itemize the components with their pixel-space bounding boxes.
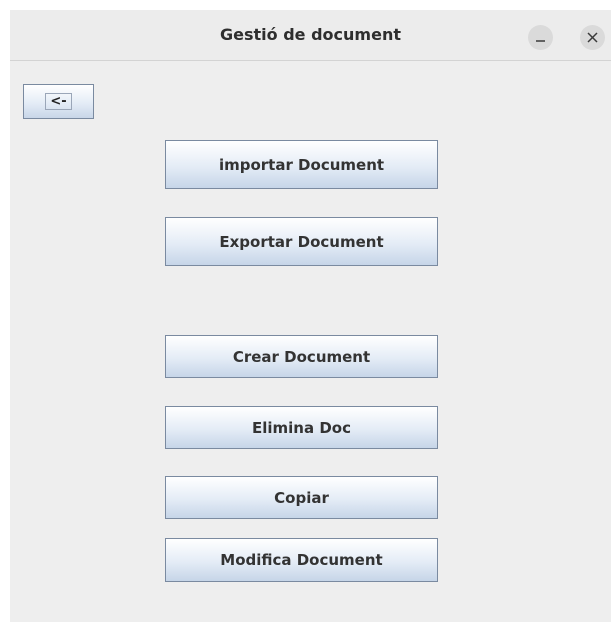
modify-document-button[interactable]: Modifica Document: [165, 538, 438, 582]
copy-button[interactable]: Copiar: [165, 476, 438, 519]
window-title: Gestió de document: [220, 25, 401, 44]
minimize-button[interactable]: [528, 25, 553, 50]
back-button[interactable]: <-: [23, 84, 94, 119]
delete-document-button[interactable]: Elimina Doc: [165, 406, 438, 449]
title-bar[interactable]: Gestió de document: [10, 10, 611, 61]
create-document-button[interactable]: Crear Document: [165, 335, 438, 378]
minimize-icon: [536, 40, 545, 42]
app-window: Gestió de document <- importar Document …: [10, 10, 611, 622]
close-button[interactable]: [580, 25, 605, 50]
back-button-label: <-: [45, 93, 72, 110]
export-document-button[interactable]: Exportar Document: [165, 217, 438, 266]
close-icon: [587, 32, 598, 43]
import-document-button[interactable]: importar Document: [165, 140, 438, 189]
